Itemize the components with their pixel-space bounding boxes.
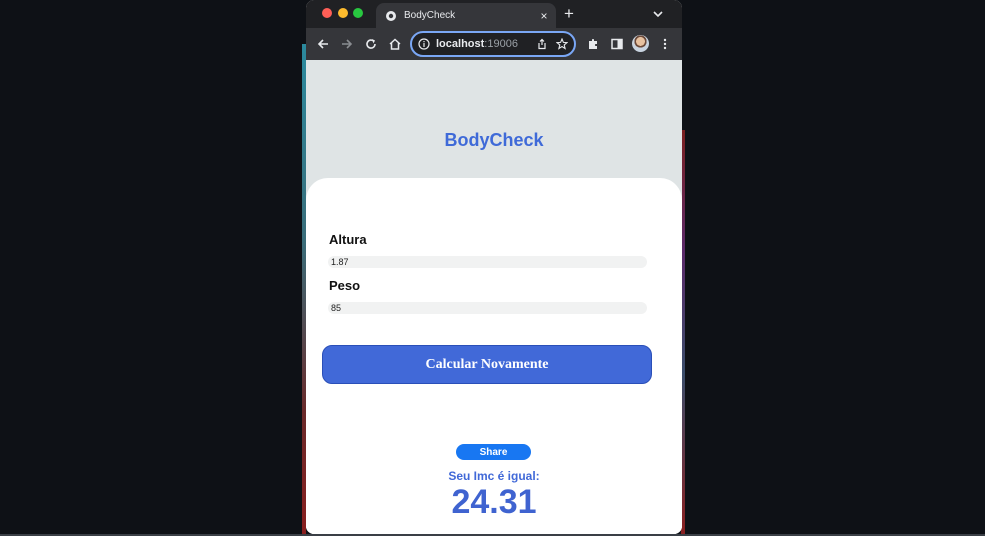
chevron-down-icon[interactable] <box>652 7 664 25</box>
reload-icon[interactable] <box>362 35 380 53</box>
close-window-button[interactable] <box>322 8 332 18</box>
title-bar: BodyCheck × + <box>306 0 682 28</box>
tab-title: BodyCheck <box>404 10 456 21</box>
result-label: Seu Imc é igual: <box>448 469 540 483</box>
maximize-window-button[interactable] <box>353 8 363 18</box>
minimize-window-button[interactable] <box>338 8 348 18</box>
browser-window: BodyCheck × + localhost:19006 BodyCheck… <box>306 0 682 534</box>
height-input[interactable]: 1.87 <box>328 256 647 268</box>
star-icon[interactable] <box>556 38 568 50</box>
more-icon[interactable] <box>656 35 674 53</box>
close-icon[interactable]: × <box>536 8 552 24</box>
weight-label: Peso <box>329 278 361 293</box>
home-icon[interactable] <box>386 35 404 53</box>
sidepanel-icon[interactable] <box>608 35 626 53</box>
page-viewport: BodyCheck Altura 1.87 Peso 85 Calcular N… <box>306 60 682 534</box>
profile-avatar[interactable] <box>632 35 649 52</box>
extensions-icon[interactable] <box>584 35 602 53</box>
height-label: Altura <box>329 232 367 247</box>
url-host: localhost <box>436 38 485 50</box>
info-icon[interactable] <box>418 38 430 50</box>
share-icon[interactable] <box>536 38 548 50</box>
url-port: :19006 <box>484 38 518 50</box>
chrome-favicon-icon <box>384 9 398 23</box>
address-bar[interactable]: localhost:19006 <box>410 31 576 57</box>
plus-icon[interactable]: + <box>564 4 574 24</box>
browser-toolbar: localhost:19006 <box>306 28 682 60</box>
forward-arrow-icon[interactable] <box>338 35 356 53</box>
app-title: BodyCheck <box>444 130 544 150</box>
result-value: 24.31 <box>451 483 537 521</box>
browser-tab[interactable]: BodyCheck × <box>376 3 556 28</box>
form-card: Altura 1.87 Peso 85 Calcular Novamente S… <box>306 178 682 534</box>
recalculate-button[interactable]: Calcular Novamente <box>322 345 652 384</box>
back-arrow-icon[interactable] <box>314 35 332 53</box>
weight-input[interactable]: 85 <box>328 302 647 314</box>
share-button[interactable]: Share <box>456 444 531 460</box>
